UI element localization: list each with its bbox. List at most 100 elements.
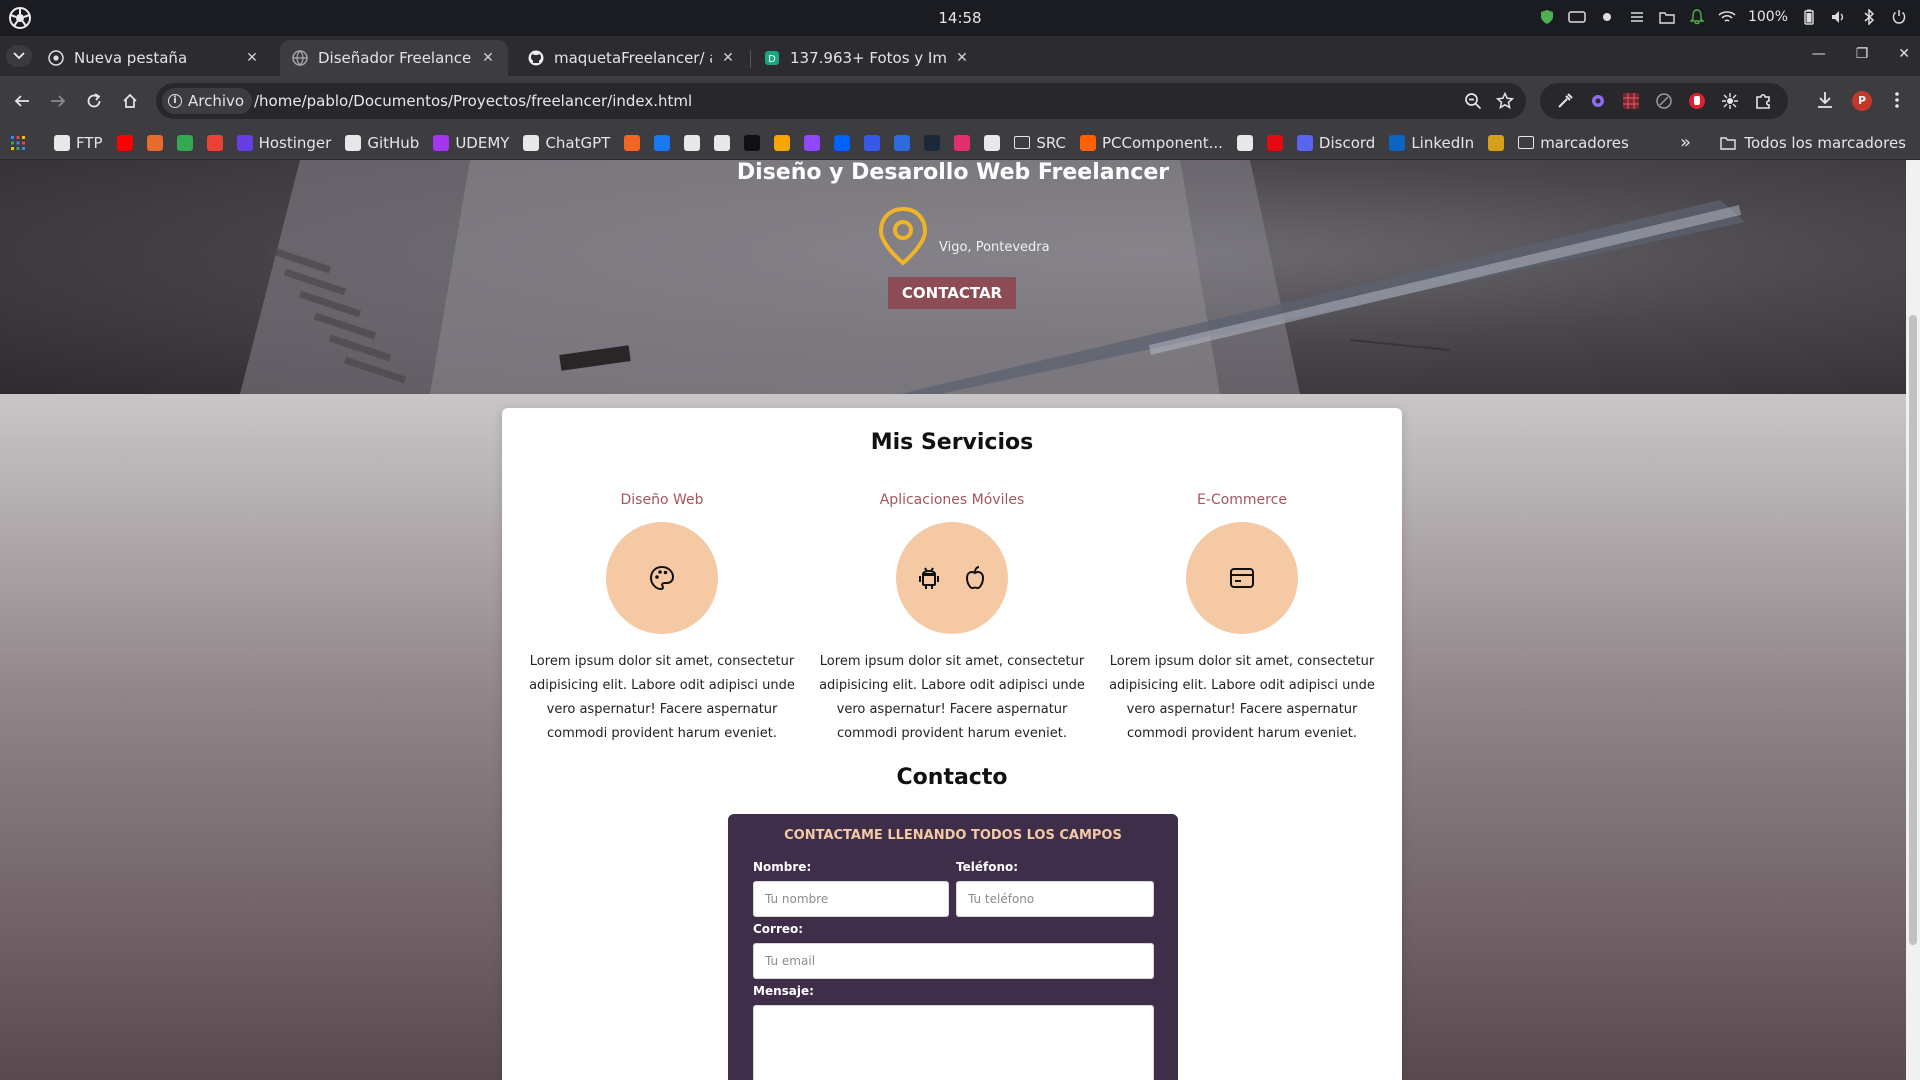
- download-icon[interactable]: [1814, 89, 1836, 111]
- volume-icon[interactable]: [1830, 8, 1848, 26]
- service-icon-circle: [606, 522, 718, 634]
- url-text[interactable]: /home/pablo/Documentos/Proyectos/freelan…: [254, 92, 692, 110]
- bookmark-item[interactable]: [834, 134, 851, 151]
- profile-avatar[interactable]: P: [1852, 91, 1872, 111]
- tab-disenador-freelancer[interactable]: Diseñador Freelancer ✕: [280, 40, 508, 76]
- bookmark-item[interactable]: Hostinger: [236, 134, 331, 152]
- bookmark-item[interactable]: [116, 134, 133, 151]
- bookmark-favicon-icon: [954, 134, 971, 151]
- home-button[interactable]: [118, 89, 142, 113]
- message-textarea[interactable]: [753, 1005, 1154, 1080]
- forward-button[interactable]: [46, 89, 70, 113]
- bookmark-item[interactable]: [1488, 134, 1505, 151]
- grid-extension-icon[interactable]: [1622, 92, 1640, 110]
- tab-fotos-imagenes[interactable]: D 137.963+ Fotos y Imáge ✕: [752, 40, 982, 76]
- site-info-label: Archivo: [188, 92, 245, 110]
- email-input[interactable]: Tu email: [753, 943, 1154, 979]
- bookmark-item[interactable]: [954, 134, 971, 151]
- wifi-icon[interactable]: [1718, 8, 1736, 26]
- bookmark-label: SRC: [1036, 133, 1066, 152]
- bookmark-item[interactable]: [176, 134, 193, 151]
- bookmark-item[interactable]: [684, 134, 701, 151]
- network-extension-icon[interactable]: [1721, 92, 1739, 110]
- eyedropper-icon[interactable]: [1556, 92, 1574, 110]
- message-label: Mensaje:: [753, 984, 814, 998]
- all-bookmarks[interactable]: Todos los marcadores: [1720, 134, 1906, 152]
- page-scrollbar[interactable]: [1906, 160, 1920, 1080]
- more-bookmarks-icon[interactable]: »: [1680, 132, 1691, 153]
- bookmark-item[interactable]: [654, 134, 671, 151]
- bookmark-item[interactable]: UDEMY: [433, 134, 509, 152]
- bookmark-item[interactable]: [624, 134, 641, 151]
- menu-icon[interactable]: [1628, 8, 1646, 26]
- hand-stop-icon[interactable]: [1688, 92, 1706, 110]
- bookmark-item[interactable]: LinkedIn: [1389, 134, 1474, 152]
- bookmark-item[interactable]: [206, 134, 223, 151]
- bookmark-item[interactable]: ChatGPT: [523, 134, 610, 152]
- bookmark-item[interactable]: [894, 134, 911, 151]
- close-icon[interactable]: ✕: [954, 50, 970, 66]
- kebab-menu-icon[interactable]: [1886, 89, 1908, 111]
- close-icon[interactable]: ✕: [720, 50, 736, 66]
- star-icon[interactable]: [1496, 92, 1514, 110]
- site-info-chip[interactable]: i Archivo: [162, 88, 253, 114]
- github-icon: [528, 50, 544, 66]
- phone-input[interactable]: Tu teléfono: [956, 881, 1154, 917]
- tab-nueva-pestana[interactable]: Nueva pestaña ✕: [36, 40, 272, 76]
- zoom-icon[interactable]: [1464, 92, 1482, 110]
- bookmark-favicon-icon: [206, 134, 223, 151]
- shield-icon[interactable]: [1538, 8, 1556, 26]
- bookmark-item[interactable]: [864, 134, 881, 151]
- android-icon: [919, 567, 939, 589]
- bookmark-item[interactable]: SRC: [1014, 134, 1066, 152]
- form-heading: CONTACTAME LLENANDO TODOS LOS CAMPOS: [784, 828, 1122, 843]
- minimize-icon[interactable]: —: [1812, 46, 1826, 62]
- bookmark-item[interactable]: [924, 134, 941, 151]
- address-bar[interactable]: i Archivo /home/pablo/Documentos/Proyect…: [156, 83, 1526, 119]
- reload-icon: [87, 93, 101, 108]
- tab-maqueta-freelancer[interactable]: maquetaFreelancer/ at ✕: [516, 40, 748, 76]
- scrollbar-thumb[interactable]: [1909, 315, 1917, 945]
- bookmark-item[interactable]: [804, 134, 821, 151]
- bookmark-item[interactable]: GitHub: [345, 134, 419, 152]
- bookmark-item[interactable]: marcadores: [1518, 134, 1629, 152]
- contact-button[interactable]: CONTACTAR: [888, 277, 1016, 309]
- bookmark-item[interactable]: [1266, 134, 1283, 151]
- nvidia-icon[interactable]: [1568, 8, 1586, 26]
- reload-button[interactable]: [82, 89, 106, 113]
- name-input[interactable]: Tu nombre: [753, 881, 949, 917]
- gear-extension-icon[interactable]: [1589, 92, 1607, 110]
- power-icon[interactable]: [1890, 8, 1908, 26]
- record-dot-icon[interactable]: [1598, 8, 1616, 26]
- compass-extension-icon[interactable]: [1655, 92, 1673, 110]
- bookmark-favicon-icon: [54, 134, 70, 151]
- all-bookmarks-label: Todos los marcadores: [1744, 134, 1906, 152]
- bookmark-item[interactable]: [1236, 134, 1253, 151]
- folder-icon[interactable]: [1658, 8, 1676, 26]
- bluetooth-icon[interactable]: [1860, 8, 1878, 26]
- bookmark-item[interactable]: FTP: [54, 134, 103, 152]
- close-icon[interactable]: ✕: [480, 50, 496, 66]
- info-icon: i: [168, 94, 182, 108]
- close-window-icon[interactable]: ✕: [1898, 46, 1910, 62]
- puzzle-icon[interactable]: [1754, 92, 1772, 110]
- bell-icon[interactable]: [1688, 8, 1706, 26]
- close-icon[interactable]: ✕: [244, 50, 260, 66]
- apps-grid-icon[interactable]: [10, 135, 26, 151]
- bookmark-item[interactable]: [774, 134, 791, 151]
- bookmark-label: LinkedIn: [1411, 133, 1475, 152]
- tab-search-button[interactable]: [6, 45, 32, 67]
- bookmark-item[interactable]: [146, 134, 163, 151]
- bookmark-item[interactable]: Discord: [1296, 134, 1375, 152]
- battery-percent[interactable]: 100%: [1748, 9, 1788, 25]
- service-description: Lorem ipsum dolor sit amet, consectetur …: [819, 654, 1085, 741]
- bookmark-item[interactable]: [744, 134, 761, 151]
- bookmark-item[interactable]: [714, 134, 731, 151]
- bookmark-item[interactable]: [984, 134, 1001, 151]
- hero-section: Diseño y Desarollo Web Freelancer Vigo, …: [0, 160, 1906, 394]
- maximize-icon[interactable]: ❐: [1856, 46, 1869, 62]
- bookmark-item[interactable]: PCComponent...: [1080, 134, 1223, 152]
- battery-icon[interactable]: [1800, 8, 1818, 26]
- page-viewport: Diseño y Desarollo Web Freelancer Vigo, …: [0, 160, 1906, 1080]
- back-button[interactable]: [10, 89, 34, 113]
